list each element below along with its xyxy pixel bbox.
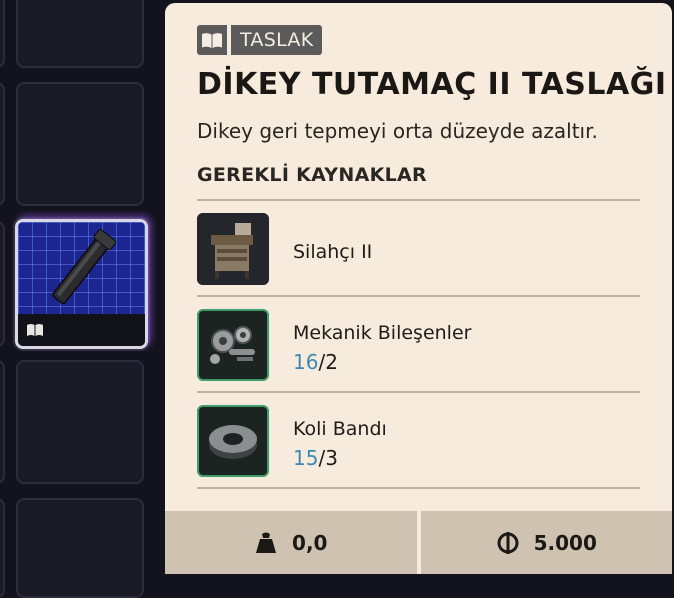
- duct-tape-icon: [197, 405, 269, 477]
- resource-quantity: 15/3: [293, 446, 338, 470]
- weight-stat: 0,0: [165, 511, 417, 574]
- item-type-label: TASLAK: [231, 25, 323, 55]
- quantity-owned: 15: [293, 446, 319, 470]
- resource-row: Koli Bandı 15/3: [197, 394, 640, 488]
- item-title: DİKEY TUTAMAÇ II TASLAĞI: [197, 67, 667, 102]
- required-resources-heading: GEREKLİ KAYNAKLAR: [197, 164, 427, 186]
- blueprint-book-icon: [197, 25, 227, 55]
- quantity-required: 2: [325, 350, 338, 374]
- vertical-grip-icon: [52, 229, 117, 304]
- item-type-tag: TASLAK: [197, 25, 323, 55]
- inventory-slot[interactable]: [0, 0, 5, 68]
- coin-icon: [497, 531, 519, 554]
- item-description: Dikey geri tepmeyi orta düzeyde azaltır.: [197, 119, 598, 143]
- resource-name: Silahçı II: [293, 241, 373, 263]
- price-value: 5.000: [533, 530, 597, 555]
- inventory-slot[interactable]: [0, 82, 5, 206]
- resource-row: Mekanik Bileşenler 16/2: [197, 298, 640, 392]
- weight-icon: [256, 532, 277, 553]
- quantity-required: 3: [325, 446, 338, 470]
- workbench-icon: [197, 213, 269, 285]
- price-stat: 5.000: [420, 511, 672, 574]
- resource-name: Mekanik Bileşenler: [293, 322, 472, 344]
- resource-name: Koli Bandı: [293, 418, 387, 440]
- divider: [197, 391, 640, 393]
- divider: [197, 487, 640, 489]
- inventory-slot[interactable]: [0, 360, 5, 484]
- inventory-slot[interactable]: [0, 221, 5, 347]
- blueprint-book-icon: [27, 324, 43, 336]
- inventory-slot[interactable]: [16, 82, 144, 206]
- inventory-slot[interactable]: [16, 0, 144, 68]
- divider: [197, 295, 640, 297]
- inventory-slot[interactable]: [0, 498, 5, 598]
- item-tooltip: TASLAK DİKEY TUTAMAÇ II TASLAĞI Dikey ge…: [165, 3, 672, 574]
- weight-value: 0,0: [292, 530, 328, 555]
- inventory-slot-selected[interactable]: [15, 219, 148, 349]
- quantity-owned: 16: [293, 350, 319, 374]
- item-stats-footer: 0,0 5.000: [165, 511, 672, 574]
- inventory-slot[interactable]: [16, 360, 144, 484]
- divider: [197, 199, 640, 201]
- inventory-slot[interactable]: [16, 498, 144, 598]
- resource-row: Silahçı II: [197, 202, 640, 296]
- mechanical-parts-icon: [197, 309, 269, 381]
- resource-quantity: 16/2: [293, 350, 338, 374]
- item-thumbnail: [18, 222, 145, 314]
